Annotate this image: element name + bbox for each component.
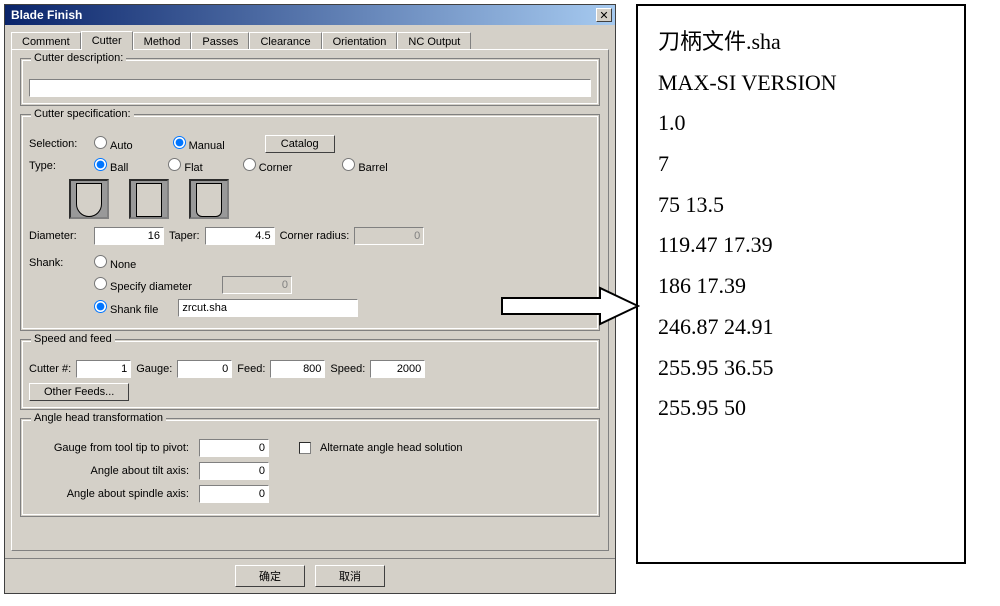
- tilt-input[interactable]: [199, 462, 269, 480]
- ball-icon: [69, 179, 109, 219]
- radio-barrel[interactable]: Barrel: [342, 158, 387, 174]
- radio-auto[interactable]: Auto: [94, 136, 133, 152]
- type-label: Type:: [29, 160, 89, 172]
- spindle-input[interactable]: [199, 485, 269, 503]
- alt-label: Alternate angle head solution: [320, 442, 463, 454]
- close-icon: ✕: [599, 9, 608, 22]
- file-line: 246.87 24.91: [658, 307, 944, 348]
- gauge-from-label: Gauge from tool tip to pivot:: [29, 442, 189, 454]
- feed-label: Feed:: [237, 363, 265, 375]
- arrow-icon: [500, 286, 640, 329]
- radio-shank-none[interactable]: None: [94, 255, 136, 271]
- radio-flat[interactable]: Flat: [168, 158, 202, 174]
- file-line: 7: [658, 144, 944, 185]
- group-label-angle: Angle head transformation: [31, 412, 166, 424]
- radio-shank-file[interactable]: Shank file: [94, 300, 158, 316]
- alt-checkbox[interactable]: [299, 442, 311, 454]
- type-row: Type: Ball Flat Corner Barrel: [29, 158, 591, 174]
- gauge-label: Gauge:: [136, 363, 172, 375]
- flat-icon: [129, 179, 169, 219]
- group-label-speed: Speed and feed: [31, 333, 115, 345]
- selection-label: Selection:: [29, 138, 89, 150]
- file-line: 255.95 36.55: [658, 348, 944, 389]
- tilt-label: Angle about tilt axis:: [29, 465, 189, 477]
- feed-input[interactable]: [270, 360, 325, 378]
- window-title: Blade Finish: [8, 8, 82, 22]
- radio-manual[interactable]: Manual: [173, 136, 225, 152]
- tab-bar: Comment Cutter Method Passes Clearance O…: [5, 25, 615, 50]
- dialog-buttons: 确定 取消: [5, 558, 615, 593]
- radio-corner[interactable]: Corner: [243, 158, 293, 174]
- angle-head-group: Angle head transformation Gauge from too…: [20, 418, 600, 517]
- close-button[interactable]: ✕: [596, 8, 612, 22]
- shank-file-content: 刀柄文件.sha MAX-SI VERSION 1.0 7 75 13.5 11…: [636, 4, 966, 564]
- spindle-label: Angle about spindle axis:: [29, 488, 189, 500]
- file-line: 1.0: [658, 103, 944, 144]
- diameter-row: Diameter: Taper: Corner radius:: [29, 227, 591, 245]
- corner-radius-label: Corner radius:: [280, 230, 350, 242]
- file-line: 75 13.5: [658, 185, 944, 226]
- shank-file-input[interactable]: [178, 299, 358, 317]
- gauge-from-row: Gauge from tool tip to pivot: Alternate …: [29, 439, 591, 457]
- tilt-row: Angle about tilt axis:: [29, 462, 591, 480]
- file-line: MAX-SI VERSION: [658, 63, 944, 104]
- group-label-desc: Cutter description:: [31, 52, 126, 64]
- diameter-label: Diameter:: [29, 230, 89, 242]
- speed-input[interactable]: [370, 360, 425, 378]
- cutter-type-icons: [69, 179, 591, 219]
- corner-radius-input: [354, 227, 424, 245]
- gauge-input[interactable]: [177, 360, 232, 378]
- corner-icon: [189, 179, 229, 219]
- specify-diameter-input: [222, 276, 292, 294]
- radio-shank-specify[interactable]: Specify diameter: [94, 277, 192, 293]
- shank-label: Shank:: [29, 257, 89, 269]
- catalog-button[interactable]: Catalog: [265, 135, 335, 153]
- cancel-button[interactable]: 取消: [315, 565, 385, 587]
- file-line: 186 17.39: [658, 266, 944, 307]
- tab-cutter[interactable]: Cutter: [81, 31, 133, 50]
- cutter-num-input[interactable]: [76, 360, 131, 378]
- title-bar: Blade Finish ✕: [5, 5, 615, 25]
- gauge-from-input[interactable]: [199, 439, 269, 457]
- cutter-description-input[interactable]: [29, 79, 591, 97]
- group-label-spec: Cutter specification:: [31, 108, 134, 120]
- shank-row: Shank: None: [29, 255, 591, 271]
- speed-row: Cutter #: Gauge: Feed: Speed:: [29, 360, 591, 378]
- selection-row: Selection: Auto Manual Catalog: [29, 135, 591, 153]
- cutter-num-label: Cutter #:: [29, 363, 71, 375]
- taper-label: Taper:: [169, 230, 200, 242]
- taper-input[interactable]: [205, 227, 275, 245]
- spindle-row: Angle about spindle axis:: [29, 485, 591, 503]
- cutter-description-group: Cutter description:: [20, 58, 600, 106]
- ok-button[interactable]: 确定: [235, 565, 305, 587]
- other-feeds-button[interactable]: Other Feeds...: [29, 383, 129, 401]
- file-line: 119.47 17.39: [658, 225, 944, 266]
- speed-label: Speed:: [330, 363, 365, 375]
- radio-ball[interactable]: Ball: [94, 158, 128, 174]
- speed-feed-group: Speed and feed Cutter #: Gauge: Feed: Sp…: [20, 339, 600, 410]
- file-line: 255.95 50: [658, 388, 944, 429]
- file-line: 刀柄文件.sha: [658, 22, 944, 63]
- diameter-input[interactable]: [94, 227, 164, 245]
